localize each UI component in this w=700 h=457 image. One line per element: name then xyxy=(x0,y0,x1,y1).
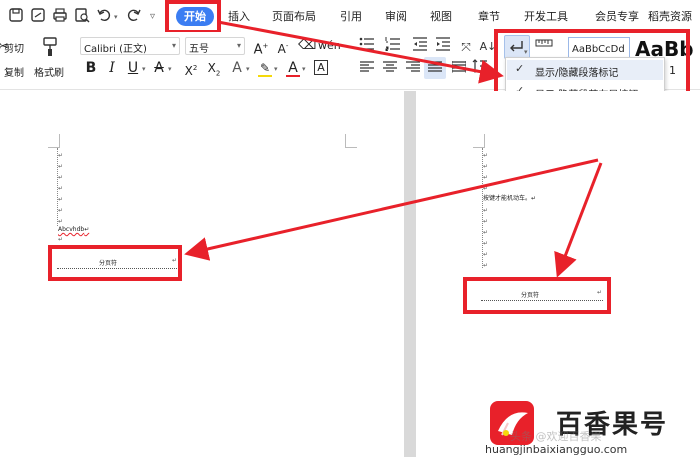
arrow-home-to-menu xyxy=(217,20,504,84)
arrow-to-right-break xyxy=(554,162,603,278)
arrow-to-left-break xyxy=(184,158,599,261)
wps-writer-window: ▾ ▿ 开始 插入 页面布局 引用 审阅 视图 章节 开发工具 会员专享 稻壳资… xyxy=(0,0,700,457)
watermark-url: huangjinbaixiangguo.com xyxy=(485,443,628,456)
annotation-arrows xyxy=(184,20,603,278)
watermark-faint-text: 头条 @欢迎百香果 xyxy=(510,430,602,443)
